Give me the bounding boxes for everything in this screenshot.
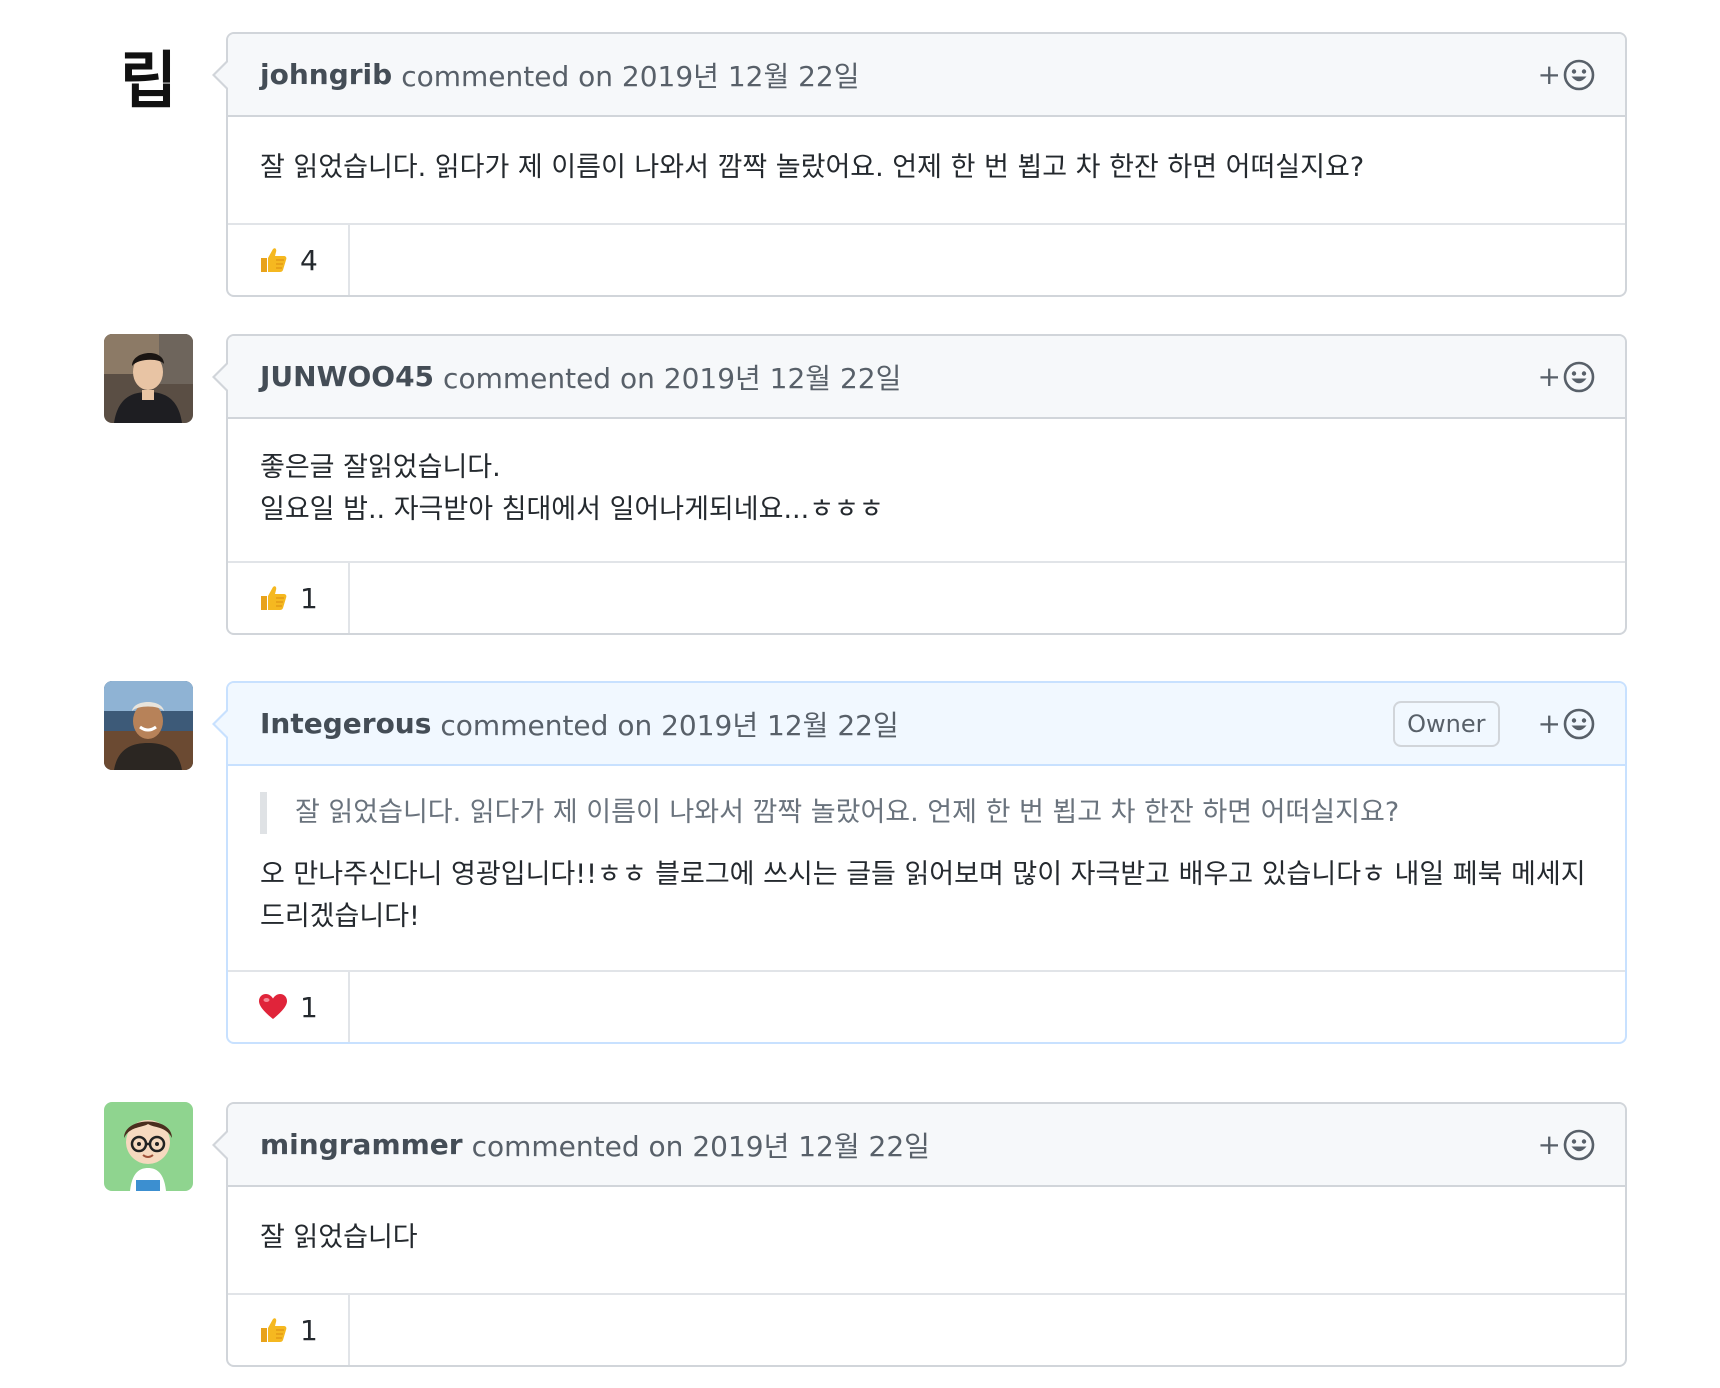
- plus-icon: +: [1537, 707, 1561, 740]
- comment-body: 잘 읽었습니다. 읽다가 제 이름이 나와서 깜짝 놀랐어요. 언제 한 번 뵙…: [228, 117, 1625, 225]
- add-reaction-button[interactable]: +: [1538, 1128, 1595, 1161]
- smiley-icon: [1563, 708, 1595, 739]
- avatar-illustration: [104, 1102, 193, 1191]
- avatar[interactable]: [104, 1102, 193, 1191]
- comment-header: johngrib commented on 2019년 12월 22일 +: [228, 34, 1625, 117]
- comment-author[interactable]: JUNWOO45: [260, 360, 434, 393]
- comment-text-line: 좋은글 잘읽었습니다.: [260, 452, 501, 483]
- avatar-glyph: 립: [119, 43, 178, 117]
- comment-reactions: 1: [228, 563, 1625, 633]
- comment-box: mingrammer commented on 2019년 12월 22일 +: [212, 1102, 1627, 1367]
- comment-reactions: 4: [228, 225, 1625, 295]
- header-actions: +: [1538, 1104, 1595, 1185]
- reaction-count: 1: [300, 990, 318, 1024]
- comment-author[interactable]: mingrammer: [260, 1128, 463, 1161]
- reaction-count: 1: [300, 1313, 318, 1347]
- heart-icon: [258, 992, 288, 1022]
- quoted-reply: 잘 읽었습니다. 읽다가 제 이름이 나와서 깜짝 놀랐어요. 언제 한 번 뵙…: [260, 792, 1593, 834]
- comments-timeline: 립 johngrib commented on 2019년 12월 22일 +: [0, 0, 1720, 1388]
- avatar[interactable]: [104, 681, 193, 770]
- header-actions: +: [1538, 336, 1595, 417]
- header-actions: Owner +: [1393, 683, 1595, 764]
- plus-icon: +: [1537, 360, 1561, 393]
- comment-box: JUNWOO45 commented on 2019년 12월 22일 + 좋은…: [212, 334, 1627, 635]
- comment-header: mingrammer commented on 2019년 12월 22일 +: [228, 1104, 1625, 1187]
- reaction-thumbs-up[interactable]: 1: [228, 1295, 350, 1365]
- comment-header: JUNWOO45 commented on 2019년 12월 22일 +: [228, 336, 1625, 419]
- comment-body: 잘 읽었습니다: [228, 1187, 1625, 1295]
- comment-reactions: 1: [228, 972, 1625, 1042]
- comment-text: 잘 읽었습니다. 읽다가 제 이름이 나와서 깜짝 놀랐어요. 언제 한 번 뵙…: [260, 152, 1365, 183]
- comment-reactions: 1: [228, 1295, 1625, 1365]
- avatar[interactable]: [104, 334, 193, 423]
- add-reaction-button[interactable]: +: [1538, 360, 1595, 393]
- comment-timestamp[interactable]: commented on 2019년 12월 22일: [472, 1125, 930, 1165]
- avatar[interactable]: 립: [104, 30, 193, 119]
- thumbs-up-icon: [258, 245, 288, 275]
- comment-text: 오 만나주신다니 영광입니다!!ㅎㅎ 블로그에 쓰시는 글들 읽어보며 많이 자…: [260, 859, 1586, 932]
- header-actions: +: [1538, 34, 1595, 115]
- thumbs-up-icon: [258, 1315, 288, 1345]
- plus-icon: +: [1537, 58, 1561, 91]
- add-reaction-button[interactable]: +: [1538, 58, 1595, 91]
- comment-timestamp[interactable]: commented on 2019년 12월 22일: [401, 55, 859, 95]
- reaction-thumbs-up[interactable]: 1: [228, 563, 350, 633]
- smiley-icon: [1563, 361, 1595, 392]
- reaction-count: 4: [300, 243, 318, 277]
- thumbs-up-icon: [258, 583, 288, 613]
- comment-body: 잘 읽었습니다. 읽다가 제 이름이 나와서 깜짝 놀랐어요. 언제 한 번 뵙…: [228, 766, 1625, 972]
- add-reaction-button[interactable]: +: [1538, 707, 1595, 740]
- comment-box: Integerous commented on 2019년 12월 22일 Ow…: [212, 681, 1627, 1044]
- smiley-icon: [1563, 1129, 1595, 1160]
- comment-author[interactable]: johngrib: [260, 58, 392, 91]
- avatar-photo: [104, 334, 193, 423]
- owner-badge: Owner: [1393, 700, 1500, 747]
- comment-author[interactable]: Integerous: [260, 707, 431, 740]
- comment-header: Integerous commented on 2019년 12월 22일 Ow…: [228, 683, 1625, 766]
- comment-timestamp[interactable]: commented on 2019년 12월 22일: [443, 357, 901, 397]
- reaction-count: 1: [300, 581, 318, 615]
- comment-body: 좋은글 잘읽었습니다. 일요일 밤.. 자극받아 침대에서 일어나게되네요...…: [228, 419, 1625, 563]
- comment-box: johngrib commented on 2019년 12월 22일 + 잘 …: [212, 32, 1627, 297]
- comment-text: 잘 읽었습니다: [260, 1222, 418, 1253]
- comment-timestamp[interactable]: commented on 2019년 12월 22일: [440, 704, 898, 744]
- comment-text-line: 일요일 밤.. 자극받아 침대에서 일어나게되네요...ㅎㅎㅎ: [260, 494, 884, 525]
- reaction-thumbs-up[interactable]: 4: [228, 225, 350, 295]
- reaction-heart[interactable]: 1: [228, 972, 350, 1042]
- avatar-photo: [104, 681, 193, 770]
- smiley-icon: [1563, 59, 1595, 90]
- plus-icon: +: [1537, 1128, 1561, 1161]
